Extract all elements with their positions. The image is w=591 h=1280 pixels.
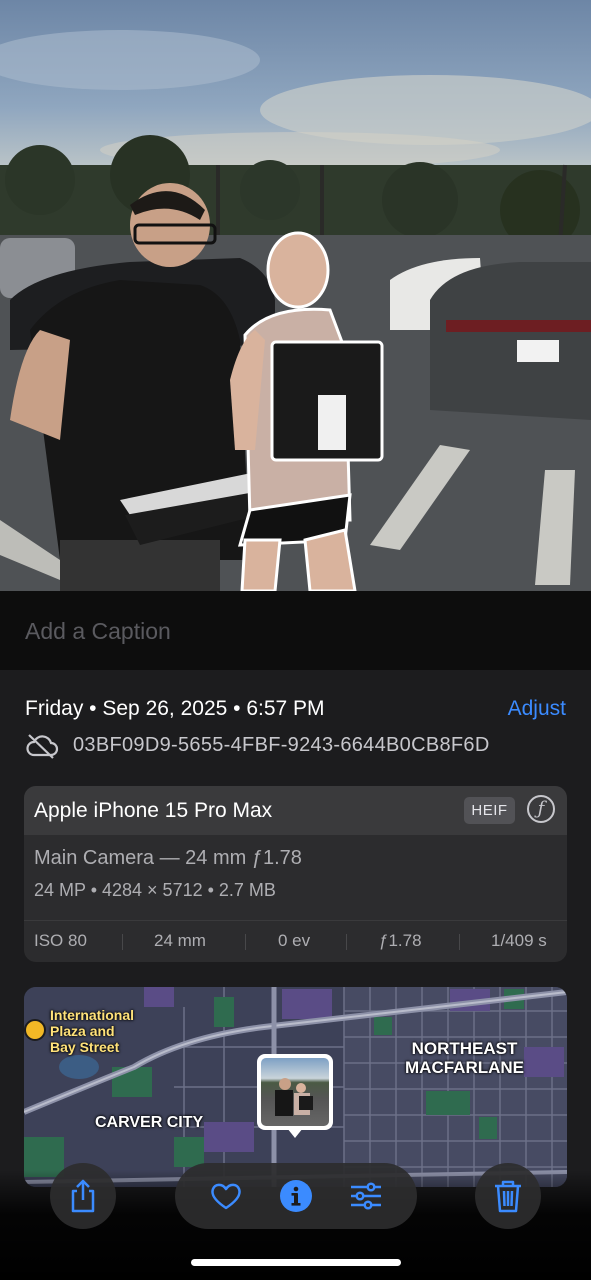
exif-exposure-value: 0 ev [278, 931, 311, 950]
exif-separator [122, 934, 123, 950]
info-icon[interactable] [279, 1179, 313, 1213]
map-area-label: CARVER CITY [95, 1114, 204, 1131]
card-divider [24, 920, 567, 921]
lens-info: Main Camera — 24 mm ƒ1.78 [34, 847, 302, 869]
exif-iso: ISO 80 [34, 931, 87, 950]
cloud-slash-icon [26, 734, 59, 759]
share-icon [71, 1179, 95, 1213]
exif-separator [459, 934, 460, 950]
exif-aperture: ƒ1.78 [379, 931, 422, 950]
pin-pointer [287, 1128, 303, 1138]
trash-icon [495, 1180, 521, 1213]
format-badge: HEIF [464, 797, 515, 824]
file-identifier: 03BF09D9-5655-4FBF-9243-6644B0CB8F6D [73, 734, 490, 756]
map-area-label: NORTHEAST MACFARLANE [405, 1039, 524, 1077]
exif-shutter-speed: 1/409 s [491, 931, 547, 950]
image-specs: 24 MP • 4284 × 5712 • 2.7 MB [34, 880, 276, 900]
poi-label-line: Plaza and [50, 1023, 115, 1039]
aperture-format-icon[interactable]: ƒ [527, 795, 555, 823]
photo-date-time: Friday • Sep 26, 2025 • 6:57 PM [25, 697, 325, 720]
exif-focal-length: 24 mm [154, 931, 206, 950]
delete-button[interactable] [475, 1163, 541, 1229]
photo-actions-group [175, 1163, 417, 1229]
exif-separator [245, 934, 246, 950]
map-area-label-line: NORTHEAST [411, 1039, 518, 1058]
caption-placeholder[interactable]: Add a Caption [25, 618, 171, 645]
poi-shopping-icon[interactable] [24, 1019, 46, 1041]
home-indicator[interactable] [191, 1259, 401, 1266]
device-name: Apple iPhone 15 Pro Max [34, 799, 273, 822]
map-area-label-line: MACFARLANE [405, 1058, 524, 1077]
poi-label-line: International [50, 1007, 135, 1023]
poi-label[interactable]: International Plaza and Bay Street [50, 1007, 134, 1055]
share-button[interactable] [50, 1163, 116, 1229]
heart-icon[interactable] [209, 1181, 243, 1211]
poi-label-line: Bay Street [50, 1039, 120, 1055]
photo-location-pin[interactable] [257, 1054, 333, 1130]
sliders-icon[interactable] [349, 1181, 383, 1211]
exif-separator [346, 934, 347, 950]
photo-view[interactable] [0, 0, 591, 591]
adjust-button[interactable]: Adjust [508, 697, 566, 721]
pin-thumbnail [261, 1058, 329, 1126]
